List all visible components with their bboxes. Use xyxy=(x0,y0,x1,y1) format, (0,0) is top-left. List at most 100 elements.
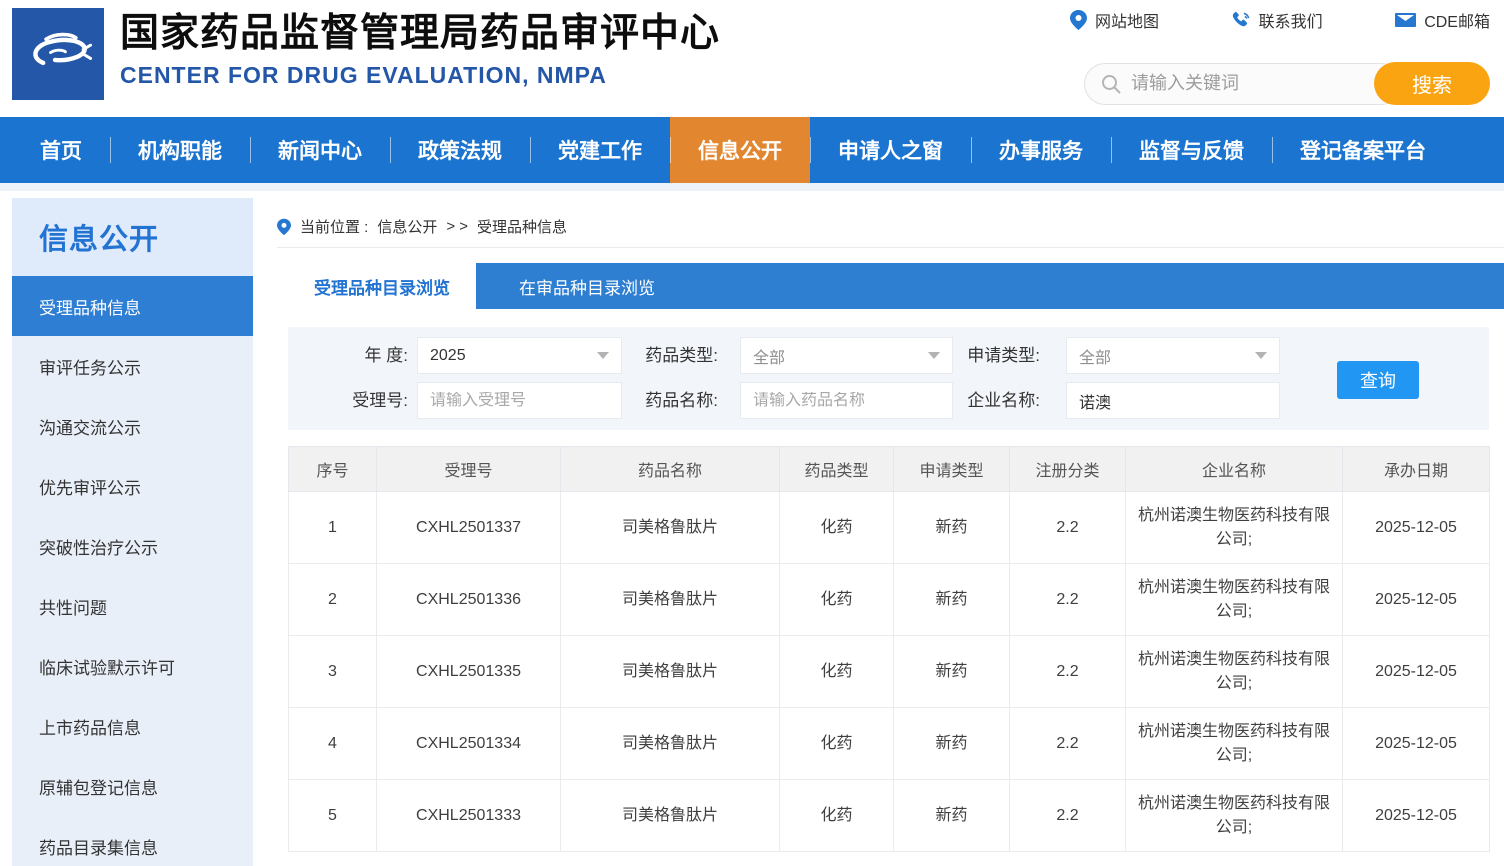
cell-drug-type: 化药 xyxy=(779,707,894,780)
cell-index: 4 xyxy=(288,707,377,780)
results-table: 序号 受理号 药品名称 药品类型 申请类型 注册分类 企业名称 承办日期 1 C… xyxy=(288,446,1490,852)
nav-item-registration-platform[interactable]: 登记备案平台 xyxy=(1272,117,1454,183)
cde-logo-icon xyxy=(33,32,93,66)
tab-accepted-catalog[interactable]: 受理品种目录浏览 xyxy=(288,263,476,309)
company-field xyxy=(1066,382,1280,419)
quick-links: 网站地图 联系我们 CDE邮箱 xyxy=(1070,8,1490,32)
cell-acceptance-no: CXHL2501334 xyxy=(376,707,561,780)
cell-acceptance-no: CXHL2501336 xyxy=(376,563,561,636)
cell-drug-type: 化药 xyxy=(779,563,894,636)
cell-index: 1 xyxy=(288,491,377,564)
table-header-row: 序号 受理号 药品名称 药品类型 申请类型 注册分类 企业名称 承办日期 xyxy=(288,446,1490,492)
cell-drug-type: 化药 xyxy=(779,635,894,708)
map-pin-icon xyxy=(1070,10,1087,30)
sidebar-item-clinical-trial-approval[interactable]: 临床试验默示许可 xyxy=(12,636,253,696)
phone-icon xyxy=(1232,11,1249,26)
cell-reg-class: 2.2 xyxy=(1009,707,1126,780)
nav-item-party[interactable]: 党建工作 xyxy=(530,117,670,183)
sidebar-item-communication[interactable]: 沟通交流公示 xyxy=(12,396,253,456)
year-label: 年 度: xyxy=(364,346,408,365)
sidebar-item-drug-catalog[interactable]: 药品目录集信息 xyxy=(12,816,253,866)
cell-company: 杭州诺澳生物医药科技有限公司; xyxy=(1125,491,1343,564)
cell-company: 杭州诺澳生物医药科技有限公司; xyxy=(1125,563,1343,636)
breadcrumb-separator: > > xyxy=(446,218,469,235)
apply-type-select[interactable]: 全部 xyxy=(1066,337,1280,374)
nav-item-services[interactable]: 办事服务 xyxy=(971,117,1111,183)
breadcrumb-current: 受理品种信息 xyxy=(477,219,568,236)
cell-apply-type: 新药 xyxy=(893,779,1010,852)
table-row: 5 CXHL2501333 司美格鲁肽片 化药 新药 2.2 杭州诺澳生物医药科… xyxy=(288,779,1490,852)
cell-company: 杭州诺澳生物医药科技有限公司; xyxy=(1125,707,1343,780)
sidebar-item-review-tasks[interactable]: 审评任务公示 xyxy=(12,336,253,396)
col-header-company: 企业名称 xyxy=(1125,446,1343,492)
drug-type-label: 药品类型: xyxy=(645,346,718,365)
cell-index: 2 xyxy=(288,563,377,636)
col-header-drug-type: 药品类型 xyxy=(779,446,894,492)
apply-type-value: 全部 xyxy=(1079,349,1112,367)
col-header-reg-class: 注册分类 xyxy=(1009,446,1126,492)
main-nav: 首页 机构职能 新闻中心 政策法规 党建工作 信息公开 申请人之窗 办事服务 监… xyxy=(0,117,1504,183)
sidebar-item-priority-review[interactable]: 优先审评公示 xyxy=(12,456,253,516)
table-row: 4 CXHL2501334 司美格鲁肽片 化药 新药 2.2 杭州诺澳生物医药科… xyxy=(288,707,1490,780)
search-input-wrap xyxy=(1084,62,1402,105)
search-input[interactable] xyxy=(1131,73,1361,94)
sidebar-item-breakthrough-therapy[interactable]: 突破性治疗公示 xyxy=(12,516,253,576)
breadcrumb-section-link[interactable]: 信息公开 xyxy=(377,216,437,237)
sidebar-item-accepted-varieties[interactable]: 受理品种信息 xyxy=(12,276,253,336)
cell-company: 杭州诺澳生物医药科技有限公司; xyxy=(1125,779,1343,852)
filter-panel: 年 度: 2025 药品类型: 全部 申请类型: 全部 受理号: 药品名称: xyxy=(288,327,1489,430)
col-header-apply-type: 申请类型 xyxy=(893,446,1010,492)
cell-acceptance-no: CXHL2501337 xyxy=(376,491,561,564)
acceptance-no-label: 受理号: xyxy=(352,391,408,410)
cell-index: 5 xyxy=(288,779,377,852)
nav-item-policy[interactable]: 政策法规 xyxy=(390,117,530,183)
query-button[interactable]: 查询 xyxy=(1337,361,1419,399)
tab-under-review-catalog[interactable]: 在审品种目录浏览 xyxy=(476,263,698,309)
cell-drug-type: 化药 xyxy=(779,779,894,852)
nav-bottom-strip xyxy=(0,183,1504,191)
cde-logo xyxy=(12,8,104,100)
cell-apply-type: 新药 xyxy=(893,491,1010,564)
link-contact[interactable]: 联系我们 xyxy=(1232,8,1323,32)
nav-item-supervision[interactable]: 监督与反馈 xyxy=(1111,117,1272,183)
page: 国家药品监督管理局药品审评中心 CENTER FOR DRUG EVALUATI… xyxy=(0,0,1504,866)
table-row: 2 CXHL2501336 司美格鲁肽片 化药 新药 2.2 杭州诺澳生物医药科… xyxy=(288,563,1490,636)
nav-item-applicant[interactable]: 申请人之窗 xyxy=(810,117,971,183)
sidebar-item-excipients-registration[interactable]: 原辅包登记信息 xyxy=(12,756,253,816)
site-title-cn: 国家药品监督管理局药品审评中心 xyxy=(120,12,721,55)
nav-item-functions[interactable]: 机构职能 xyxy=(110,117,250,183)
cell-reg-class: 2.2 xyxy=(1009,491,1126,564)
table-row: 3 CXHL2501335 司美格鲁肽片 化药 新药 2.2 杭州诺澳生物医药科… xyxy=(288,635,1490,708)
cell-apply-type: 新药 xyxy=(893,635,1010,708)
link-cde-mail[interactable]: CDE邮箱 xyxy=(1395,8,1490,32)
cell-drug-name: 司美格鲁肽片 xyxy=(560,779,780,852)
site-title-en: CENTER FOR DRUG EVALUATION, NMPA xyxy=(120,62,607,88)
cell-date: 2025-12-05 xyxy=(1342,707,1490,780)
nav-item-home[interactable]: 首页 xyxy=(12,117,110,183)
cell-apply-type: 新药 xyxy=(893,707,1010,780)
drug-name-label: 药品名称: xyxy=(645,391,718,410)
drug-type-value: 全部 xyxy=(753,349,786,367)
company-input[interactable] xyxy=(1079,391,1267,410)
nav-item-news[interactable]: 新闻中心 xyxy=(250,117,390,183)
cell-reg-class: 2.2 xyxy=(1009,779,1126,852)
sidebar: 信息公开 受理品种信息 审评任务公示 沟通交流公示 优先审评公示 突破性治疗公示… xyxy=(12,198,253,866)
link-sitemap[interactable]: 网站地图 xyxy=(1070,8,1159,32)
cell-company: 杭州诺澳生物医药科技有限公司; xyxy=(1125,635,1343,708)
sidebar-title: 信息公开 xyxy=(12,198,253,276)
sidebar-item-marketed-drugs[interactable]: 上市药品信息 xyxy=(12,696,253,756)
cell-date: 2025-12-05 xyxy=(1342,779,1490,852)
cell-date: 2025-12-05 xyxy=(1342,563,1490,636)
col-header-index: 序号 xyxy=(288,446,377,492)
apply-type-label: 申请类型: xyxy=(967,346,1040,365)
search-icon xyxy=(1102,74,1121,93)
search-button[interactable]: 搜索 xyxy=(1374,62,1490,105)
company-label: 企业名称: xyxy=(967,391,1040,410)
breadcrumb-prefix: 当前位置 : xyxy=(300,219,369,236)
nav-item-info-disclosure[interactable]: 信息公开 xyxy=(670,117,810,183)
col-header-acceptance-no: 受理号 xyxy=(376,446,561,492)
cell-acceptance-no: CXHL2501335 xyxy=(376,635,561,708)
main-content: 当前位置 : 信息公开 > > 受理品种信息 受理品种目录浏览 在审品种目录浏览… xyxy=(270,198,1504,866)
cell-drug-name: 司美格鲁肽片 xyxy=(560,635,780,708)
sidebar-item-common-issues[interactable]: 共性问题 xyxy=(12,576,253,636)
